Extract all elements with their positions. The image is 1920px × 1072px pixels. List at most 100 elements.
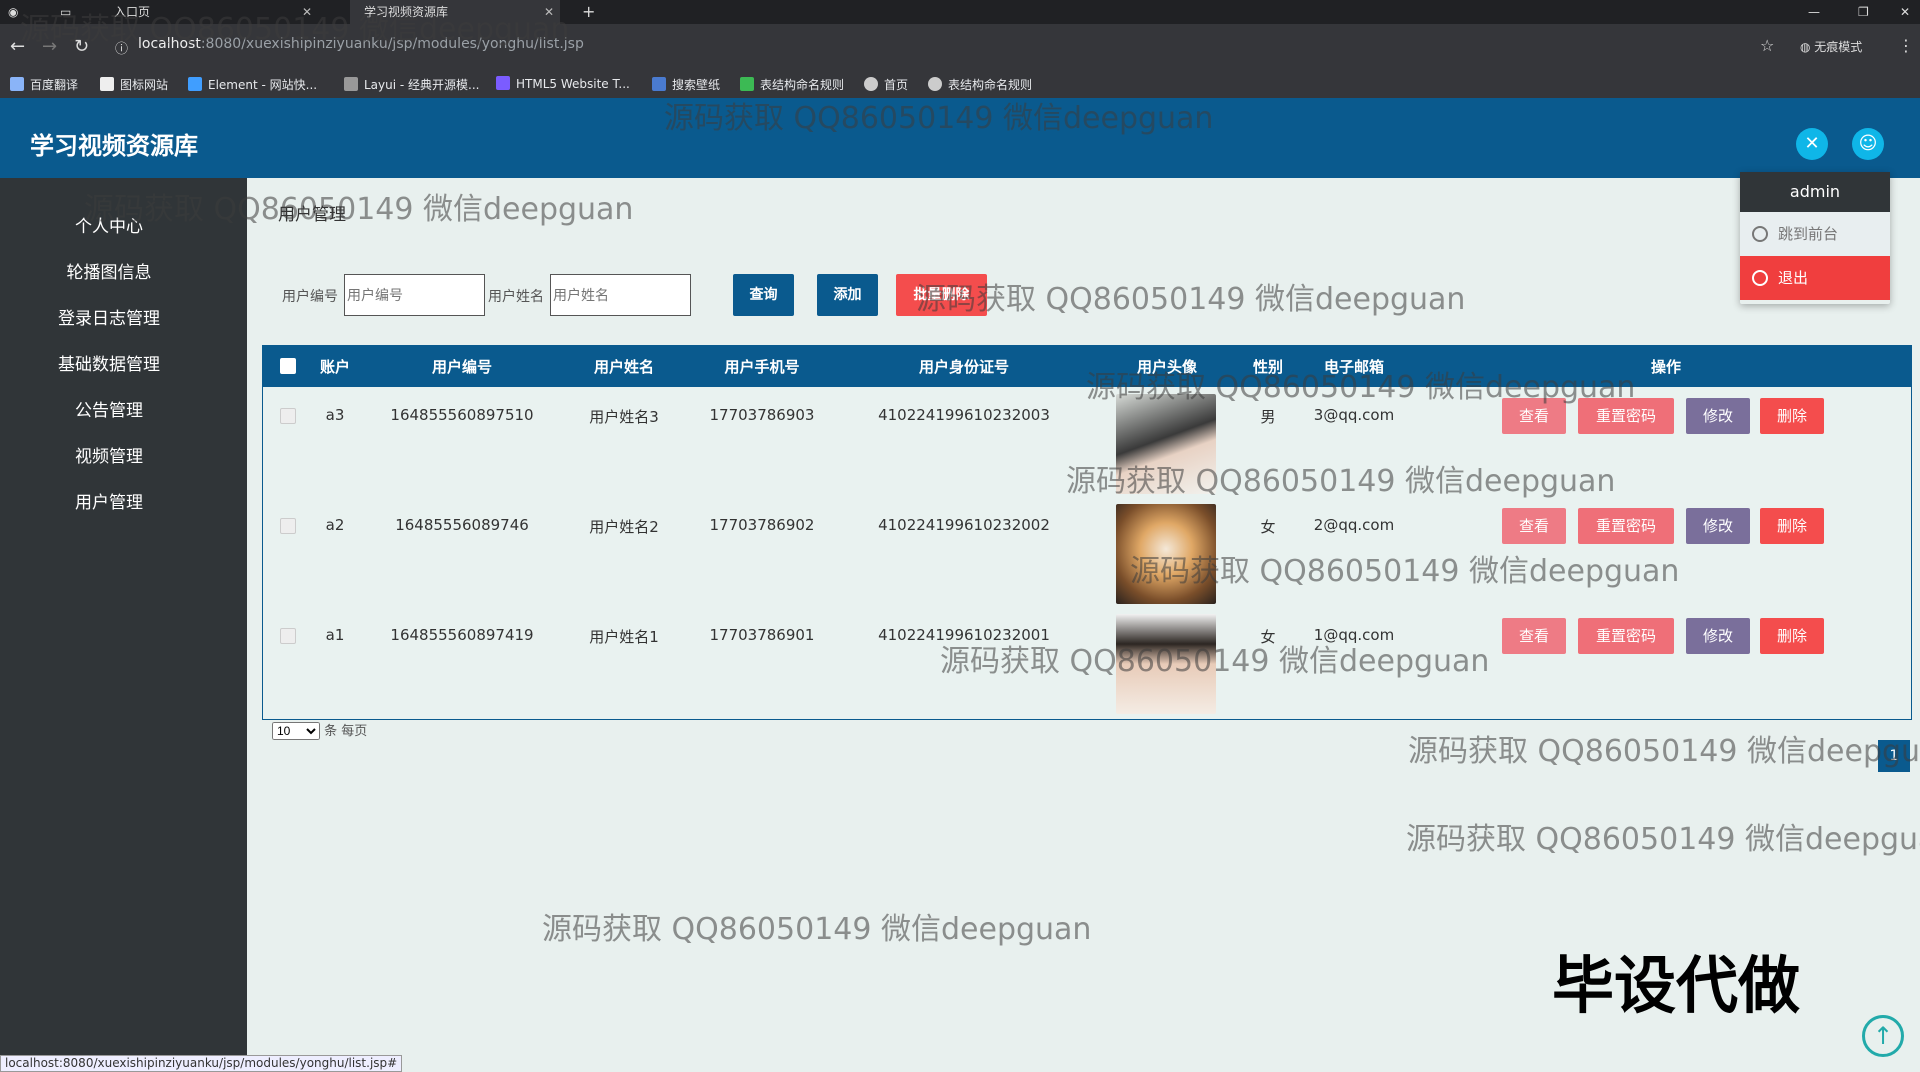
- bookmark-item[interactable]: HTML5 Website T...: [496, 76, 630, 91]
- bookmark-icon: [188, 77, 202, 91]
- user-icon[interactable]: ☺: [1852, 128, 1884, 160]
- row-checkbox[interactable]: [280, 628, 296, 644]
- bookmark-icon: [740, 77, 754, 91]
- th-actions: 操作: [1650, 358, 1681, 376]
- bookmark-icon: [928, 77, 942, 91]
- new-tab-button[interactable]: +: [574, 0, 595, 24]
- to-front-menu-item[interactable]: 跳到前台: [1740, 212, 1890, 256]
- power-icon: [1752, 270, 1768, 286]
- cell-account: a3: [325, 406, 345, 424]
- edit-button[interactable]: 修改: [1686, 508, 1750, 544]
- reset-password-button[interactable]: 重置密码: [1578, 618, 1674, 654]
- bookmark-label: 表结构命名规则: [760, 78, 845, 92]
- watermark-text: 源码获取 QQ86050149 微信deepguan: [1066, 464, 1616, 499]
- th-user-no: 用户编号: [431, 358, 492, 376]
- watermark-text: 源码获取 QQ86050149 微信deepguan: [940, 644, 1490, 679]
- cell-name: 用户姓名2: [589, 518, 659, 536]
- menu-icon[interactable]: ⋮: [1898, 36, 1914, 55]
- bookmark-item[interactable]: Element - 网站快...: [188, 76, 317, 93]
- bookmark-label: 表结构命名规则: [948, 78, 1033, 92]
- delete-button[interactable]: 删除: [1760, 618, 1824, 654]
- cell-name: 用户姓名1: [589, 628, 659, 646]
- sidebar-item-video[interactable]: 视频管理: [0, 442, 218, 467]
- cell-id-card: 410224199610232002: [878, 516, 1050, 534]
- th-phone: 用户手机号: [724, 358, 800, 376]
- fullscreen-icon[interactable]: ✕: [1796, 128, 1828, 160]
- watermark-text: 源码获取 QQ86050149 微信deepguan: [664, 101, 1214, 136]
- cell-account: a1: [325, 626, 345, 644]
- minimize-icon[interactable]: —: [1800, 0, 1820, 24]
- watermark-text: 源码获取 QQ86050149 微信deepguan: [84, 192, 634, 227]
- cell-gender: 男: [1260, 408, 1276, 426]
- watermark-text: 源码获取 QQ86050149 微信deepguan: [1406, 822, 1920, 857]
- sidebar: 个人中心 轮播图信息 登录日志管理 基础数据管理 公告管理 视频管理 用户管理: [0, 178, 247, 1072]
- sidebar-item-notice[interactable]: 公告管理: [0, 396, 218, 421]
- row-checkbox[interactable]: [280, 518, 296, 534]
- user-no-label: 用户编号: [282, 289, 338, 305]
- to-front-label: 跳到前台: [1778, 225, 1839, 243]
- bookmark-item[interactable]: 表结构命名规则: [928, 76, 1032, 93]
- add-button[interactable]: 添加: [817, 274, 878, 316]
- sidebar-item-login-log[interactable]: 登录日志管理: [0, 304, 218, 329]
- delete-button[interactable]: 删除: [1760, 508, 1824, 544]
- cell-id-card: 410224199610232003: [878, 406, 1050, 424]
- cell-user-no: 16485556089746: [395, 516, 529, 534]
- incognito-label: 无痕模式: [1814, 40, 1863, 54]
- dropdown-username: admin: [1740, 172, 1890, 212]
- sidebar-item-carousel[interactable]: 轮播图信息: [0, 258, 218, 283]
- status-url: localhost:8080/xuexishipinziyuanku/jsp/m…: [0, 1055, 403, 1072]
- incognito-icon: ◍: [1800, 40, 1815, 54]
- bookmark-item[interactable]: 首页: [864, 76, 908, 93]
- watermark-text: 源码获取 QQ86050149 微信deepguan: [542, 912, 1092, 947]
- view-button[interactable]: 查看: [1502, 618, 1566, 654]
- bookmark-label: 首页: [884, 78, 909, 92]
- cell-phone: 17703786903: [709, 406, 815, 424]
- bookmark-item[interactable]: 图标网站: [100, 76, 168, 93]
- view-button[interactable]: 查看: [1502, 508, 1566, 544]
- sidebar-item-basic-data[interactable]: 基础数据管理: [0, 350, 218, 375]
- bookmark-item[interactable]: Layui - 经典开源模...: [344, 76, 479, 93]
- cell-gender: 女: [1260, 518, 1276, 536]
- page-size-select[interactable]: 10: [272, 722, 320, 740]
- promo-badge: 毕设代做: [1552, 949, 1801, 1022]
- cell-phone: 17703786902: [709, 516, 815, 534]
- cell-user-no: 164855560897510: [390, 406, 534, 424]
- pager: 10 条 每页: [272, 720, 367, 740]
- user-name-label: 用户姓名: [488, 289, 544, 305]
- cell-email: 2@qq.com: [1313, 516, 1395, 534]
- incognito-badge[interactable]: ◍ 无痕模式: [1800, 38, 1862, 55]
- logout-label: 退出: [1778, 269, 1809, 287]
- bookmark-label: 搜索壁纸: [672, 78, 721, 92]
- reset-password-button[interactable]: 重置密码: [1578, 508, 1674, 544]
- watermark-text: 源码获取 QQ86050149 微信deepguan: [916, 282, 1466, 317]
- select-all-checkbox[interactable]: [280, 358, 296, 374]
- bookmark-item[interactable]: 搜索壁纸: [652, 76, 720, 93]
- edit-button[interactable]: 修改: [1686, 618, 1750, 654]
- th-account: 账户: [319, 358, 350, 376]
- cell-account: a2: [325, 516, 345, 534]
- cell-email: 3@qq.com: [1313, 406, 1395, 424]
- bookmark-item[interactable]: 表结构命名规则: [740, 76, 844, 93]
- star-icon[interactable]: ☆: [1760, 36, 1774, 55]
- bookmark-label: Layui - 经典开源模...: [364, 78, 480, 92]
- restore-icon[interactable]: ❐: [1850, 0, 1869, 24]
- app-title: 学习视频资源库: [30, 132, 198, 160]
- user-no-input[interactable]: [344, 274, 485, 316]
- user-name-input[interactable]: [550, 274, 691, 316]
- edit-button[interactable]: 修改: [1686, 398, 1750, 434]
- bookmark-icon: [864, 77, 878, 91]
- bookmark-item[interactable]: 百度翻译: [10, 76, 78, 93]
- back-to-top-icon[interactable]: ↑: [1862, 1015, 1904, 1057]
- close-window-icon[interactable]: ✕: [1892, 0, 1910, 24]
- logout-menu-item[interactable]: 退出: [1740, 256, 1890, 300]
- th-id-card: 用户身份证号: [918, 358, 1009, 376]
- row-checkbox[interactable]: [280, 408, 296, 424]
- watermark-text: 源码获取 QQ86050149 微信deepguan: [1086, 370, 1636, 405]
- bookmark-icon: [496, 76, 510, 90]
- query-button[interactable]: 查询: [733, 274, 794, 316]
- watermark-text: 源码获取 QQ86050149 微信deepguan: [1130, 554, 1680, 589]
- bookmark-icon: [652, 77, 666, 91]
- power-icon: [1752, 226, 1768, 242]
- sidebar-item-user[interactable]: 用户管理: [0, 488, 218, 513]
- delete-button[interactable]: 删除: [1760, 398, 1824, 434]
